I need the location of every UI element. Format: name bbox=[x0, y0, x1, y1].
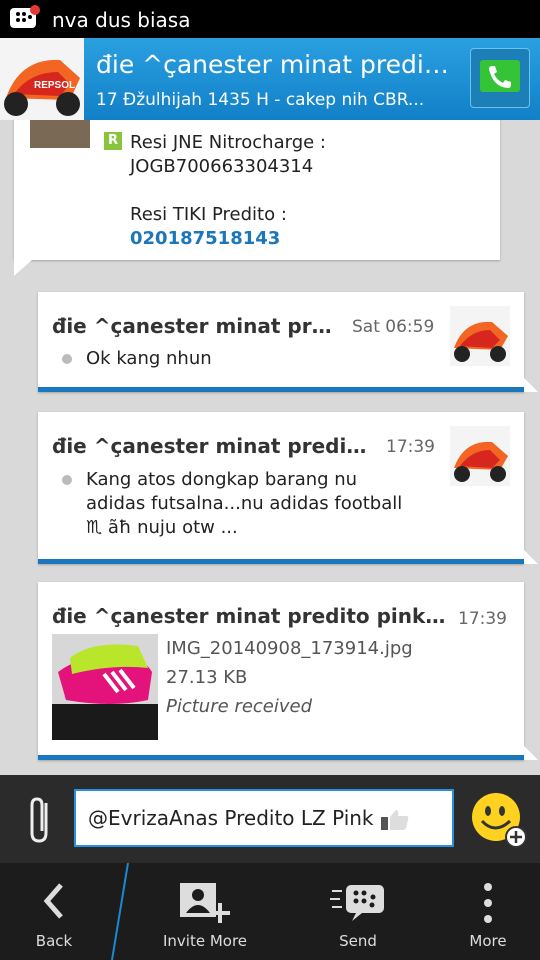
bbm-send-icon bbox=[330, 885, 384, 921]
message-bubble-outgoing[interactable]: đie ^çanester minat predit... 17:39 Kang… bbox=[38, 412, 538, 564]
message-composer: @EvrizaAnas Predito LZ Pink bbox=[0, 775, 540, 863]
more-vertical-icon bbox=[484, 883, 492, 923]
delivered-status-icon bbox=[62, 475, 72, 485]
chat-header[interactable]: REPSOL đie ^çanester minat predito pink … bbox=[0, 38, 540, 120]
attach-icon[interactable] bbox=[24, 793, 56, 847]
message-text: Ok kang nhun bbox=[86, 348, 212, 369]
svg-text:REPSOL: REPSOL bbox=[34, 80, 75, 91]
thumbs-up-icon bbox=[380, 809, 409, 830]
delivered-status-icon bbox=[62, 354, 72, 364]
message-input-text: @EvrizaAnas Predito LZ Pink bbox=[88, 806, 380, 830]
transfer-status: Picture received bbox=[166, 696, 313, 717]
contact-name[interactable]: đie ^çanester minat predito pink (41) bbox=[96, 50, 456, 79]
add-contact-icon bbox=[180, 883, 230, 923]
toolbar-divider bbox=[111, 863, 129, 960]
back-arrow-icon bbox=[43, 883, 63, 919]
send-label: Send bbox=[339, 932, 377, 950]
message-bubble-picture[interactable]: đie ^çanester minat predito pink (41) 17… bbox=[38, 582, 538, 760]
message-text: JOGB700663304314 bbox=[130, 156, 314, 177]
sender-avatar bbox=[30, 120, 90, 148]
voice-call-button[interactable] bbox=[470, 48, 530, 108]
back-button[interactable]: Back bbox=[0, 863, 108, 960]
phone-number-link[interactable]: 020187518143 bbox=[130, 228, 280, 249]
bbm-notification-icon bbox=[10, 5, 40, 28]
message-text: adidas futsalna...nu adidas football bbox=[86, 493, 403, 514]
file-name: IMG_20140908_173914.jpg bbox=[166, 638, 413, 659]
message-bubble-outgoing[interactable]: đie ^çanester minat pre... Sat 06:59 Ok … bbox=[38, 292, 538, 392]
message-input[interactable]: @EvrizaAnas Predito LZ Pink bbox=[74, 789, 454, 847]
message-time: 17:39 bbox=[386, 437, 435, 457]
picture-thumbnail[interactable] bbox=[52, 634, 158, 740]
message-sender: đie ^çanester minat predit... bbox=[52, 434, 372, 458]
message-text: ♏ ãħ nuju otw ... bbox=[86, 517, 238, 538]
message-time: 17:39 bbox=[458, 609, 507, 629]
message-bubble-incoming[interactable]: R Resi JNE Nitrocharge : JOGB70066330431… bbox=[14, 120, 500, 276]
contact-avatar bbox=[450, 306, 510, 366]
message-text: Resi TIKI Predito : bbox=[130, 204, 287, 225]
invite-more-label: Invite More bbox=[162, 932, 248, 950]
invite-more-button[interactable]: Invite More bbox=[140, 863, 270, 960]
emoticon-icon[interactable] bbox=[470, 791, 530, 851]
message-text: Kang atos dongkap barang nu bbox=[86, 469, 358, 490]
status-bar: nva dus biasa bbox=[0, 0, 540, 38]
message-sender: đie ^çanester minat predito pink (41) bbox=[52, 604, 452, 628]
send-button[interactable]: Send bbox=[300, 863, 416, 960]
message-time: Sat 06:59 bbox=[352, 317, 435, 337]
more-label: More bbox=[469, 932, 507, 950]
contact-avatar bbox=[450, 426, 510, 486]
file-size: 27.13 KB bbox=[166, 667, 248, 688]
chat-area[interactable]: R Resi JNE Nitrocharge : JOGB70066330431… bbox=[0, 120, 540, 775]
message-sender: đie ^çanester minat pre... bbox=[52, 314, 342, 338]
contact-avatar[interactable]: REPSOL bbox=[0, 38, 84, 120]
message-text: Resi JNE Nitrocharge : bbox=[130, 132, 326, 153]
rich-message-icon: R bbox=[104, 132, 122, 150]
status-bar-title: nva dus biasa bbox=[52, 8, 191, 32]
bottom-toolbar: Back Invite More Send More bbox=[0, 863, 540, 960]
more-button[interactable]: More bbox=[440, 863, 536, 960]
phone-icon bbox=[480, 60, 520, 92]
back-label: Back bbox=[35, 932, 73, 950]
contact-status: 17 Đžulhijah 1435 H - cakep nih CBR... bbox=[96, 90, 425, 110]
